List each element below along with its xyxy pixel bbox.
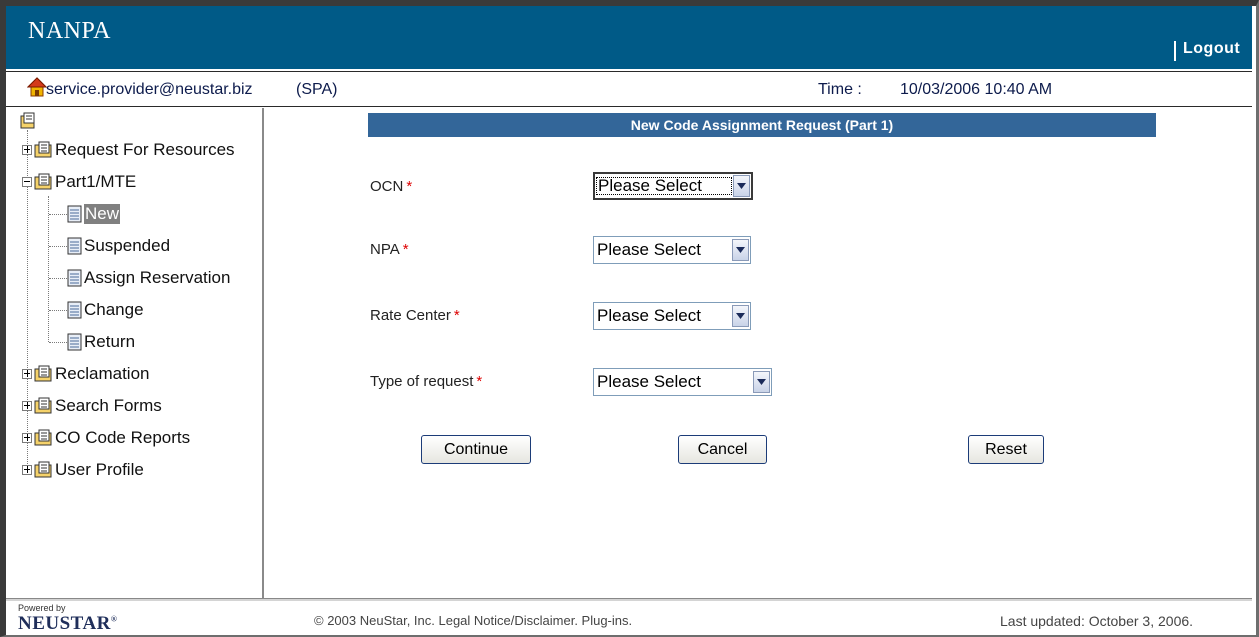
sidebar-item-assign-reservation[interactable]: Assign Reservation — [67, 266, 230, 290]
user-email: service.provider@neustar.biz — [46, 81, 253, 98]
sidebar-item-new[interactable]: New — [67, 202, 121, 226]
sidebar-item-label: Reclamation — [55, 364, 150, 383]
tree-connector — [49, 342, 67, 343]
chevron-down-icon[interactable] — [732, 305, 749, 327]
ocn-select-value: Please Select — [595, 176, 733, 196]
sidebar-item-search-forms[interactable]: Search Forms — [22, 394, 162, 418]
folder-icon — [34, 141, 52, 158]
tree-connector — [49, 246, 67, 247]
folder-icon — [34, 397, 52, 414]
chevron-down-icon[interactable] — [733, 175, 750, 197]
sidebar-item-suspended[interactable]: Suspended — [67, 234, 170, 258]
sidebar-item-label: New — [84, 204, 121, 224]
folder-open-icon — [34, 173, 52, 190]
time-label: Time : — [818, 81, 862, 98]
folder-icon — [34, 429, 52, 446]
required-marker: * — [406, 178, 413, 195]
chevron-down-icon[interactable] — [753, 371, 770, 393]
logout-link[interactable]: Logout — [1183, 40, 1240, 58]
ocn-label: OCN * — [370, 178, 413, 195]
rate-center-select-value: Please Select — [597, 306, 701, 325]
document-icon — [67, 333, 82, 351]
rate-center-label: Rate Center * — [370, 307, 460, 324]
type-of-request-label: Type of request * — [370, 373, 483, 390]
form-title: New Code Assignment Request (Part 1) — [368, 113, 1156, 137]
sidebar-item-user-profile[interactable]: User Profile — [22, 458, 144, 482]
sidebar-item-co-code-reports[interactable]: CO Code Reports — [22, 426, 190, 450]
sidebar-item-reclamation[interactable]: Reclamation — [22, 362, 150, 386]
document-icon — [67, 205, 82, 223]
user-role: (SPA) — [296, 81, 338, 98]
sidebar-item-label: Part1/MTE — [55, 172, 137, 191]
rate-center-select[interactable]: Please Select — [593, 302, 751, 330]
sidebar-item-label: Search Forms — [55, 396, 162, 415]
ocn-select[interactable]: Please Select — [593, 172, 753, 200]
sidebar-item-label: User Profile — [55, 460, 144, 479]
sidebar-item-part1-mte[interactable]: Part1/MTE — [22, 170, 136, 194]
type-of-request-select-value: Please Select — [597, 372, 701, 391]
document-icon — [67, 301, 82, 319]
expand-icon[interactable] — [22, 369, 32, 379]
required-marker: * — [453, 307, 460, 324]
type-of-request-select[interactable]: Please Select — [593, 368, 772, 396]
neustar-logo[interactable]: NEUSTAR® — [18, 613, 117, 635]
npa-select[interactable]: Please Select — [593, 236, 751, 264]
required-marker: * — [402, 241, 409, 258]
tree-root-icon — [20, 112, 35, 129]
tree-connector — [49, 214, 67, 215]
expand-icon[interactable] — [22, 465, 32, 475]
sidebar-item-label: Return — [84, 332, 136, 351]
header-banner — [6, 6, 1252, 69]
powered-by-label: Powered by — [18, 603, 66, 613]
continue-button[interactable]: Continue — [421, 435, 531, 464]
sidebar-item-label: Assign Reservation — [84, 268, 231, 287]
chevron-down-icon[interactable] — [732, 239, 749, 261]
expand-icon[interactable] — [22, 145, 32, 155]
sidebar-item-label: CO Code Reports — [55, 428, 191, 447]
sidebar-item-return[interactable]: Return — [67, 330, 135, 354]
sidebar-item-request-for-resources[interactable]: Request For Resources — [22, 138, 235, 162]
required-marker: * — [476, 373, 483, 390]
home-icon[interactable] — [27, 76, 47, 98]
expand-icon[interactable] — [22, 401, 32, 411]
folder-icon — [34, 365, 52, 382]
reset-button[interactable]: Reset — [968, 435, 1044, 464]
tree-connector — [49, 278, 67, 279]
copyright-text[interactable]: © 2003 NeuStar, Inc. Legal Notice/Discla… — [314, 613, 632, 628]
time-value: 10/03/2006 10:40 AM — [900, 81, 1053, 98]
folder-icon — [34, 461, 52, 478]
sidebar-item-label: Request For Resources — [55, 140, 235, 159]
collapse-icon[interactable] — [22, 177, 32, 187]
npa-label: NPA * — [370, 241, 409, 258]
expand-icon[interactable] — [22, 433, 32, 443]
brand-title: NANPA — [28, 18, 111, 44]
cancel-button[interactable]: Cancel — [678, 435, 767, 464]
sidebar-item-change[interactable]: Change — [67, 298, 144, 322]
sidebar-item-label: Suspended — [84, 236, 171, 255]
npa-select-value: Please Select — [597, 240, 701, 259]
tree-connector — [48, 196, 49, 342]
last-updated-text: Last updated: October 3, 2006. — [1000, 613, 1194, 629]
document-icon — [67, 237, 82, 255]
document-icon — [67, 269, 82, 287]
tree-connector — [49, 310, 67, 311]
logout-separator — [1174, 41, 1176, 61]
sidebar-item-label: Change — [84, 300, 144, 319]
